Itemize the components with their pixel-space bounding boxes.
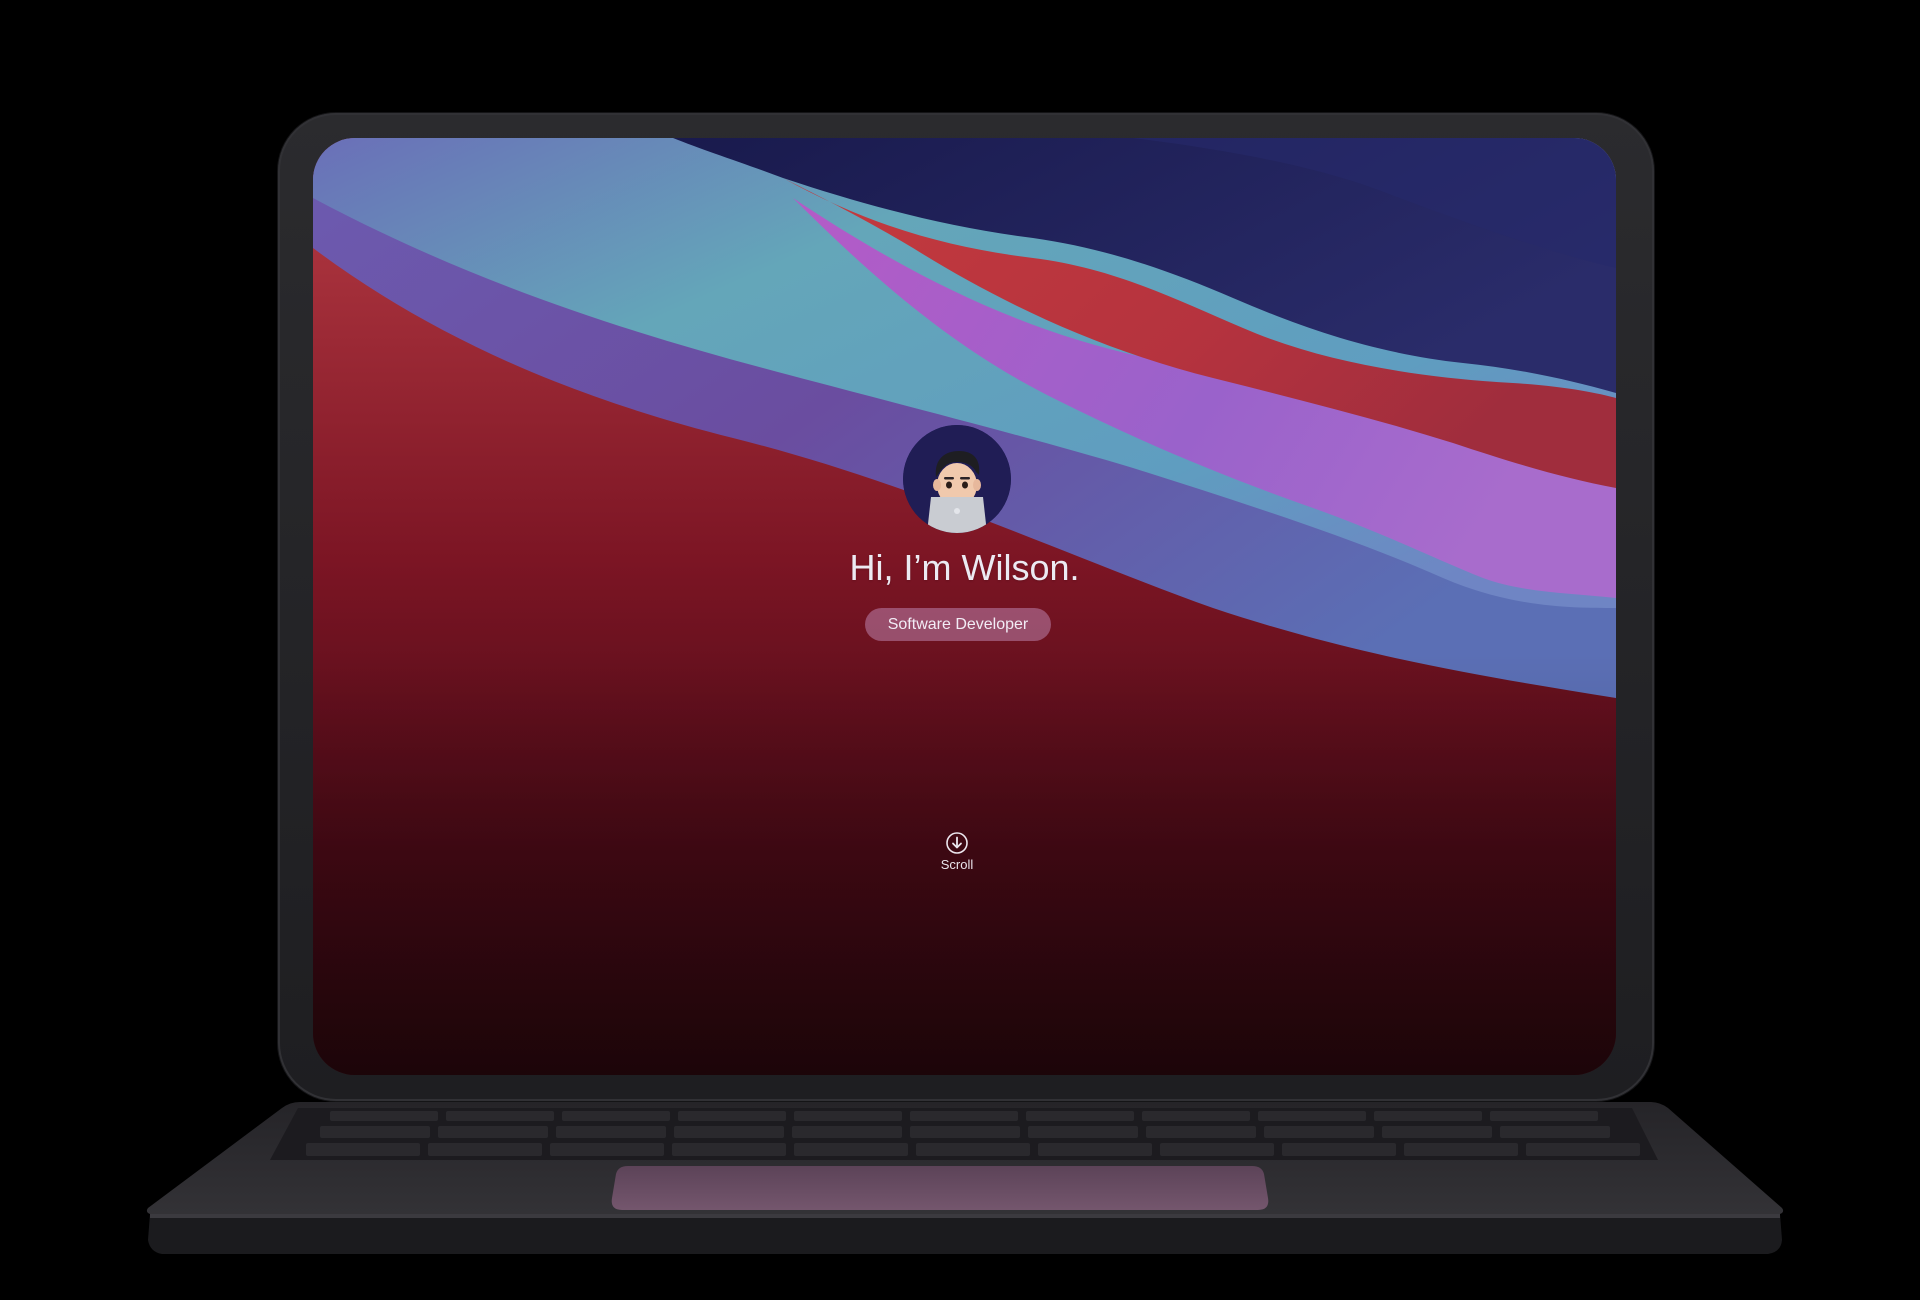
laptop-base	[146, 1102, 1784, 1254]
trackpad	[611, 1166, 1269, 1210]
page-stage: Hi, I’m Wilson. Software Developer Scrol…	[0, 0, 1920, 1300]
keyboard-keys	[306, 1111, 1640, 1156]
deck-front-edge	[148, 1214, 1782, 1254]
